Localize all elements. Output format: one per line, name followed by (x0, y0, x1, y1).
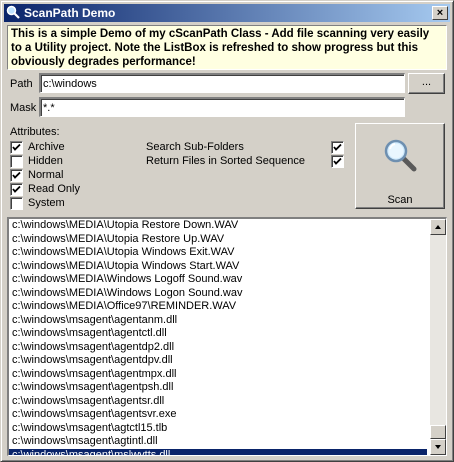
attributes-label: Attributes: (10, 126, 60, 138)
normal-label: Normal (28, 169, 64, 181)
archive-label: Archive (28, 141, 65, 153)
hidden-label: Hidden (28, 155, 63, 167)
description-notice: This is a simple Demo of my cScanPath Cl… (7, 25, 447, 70)
system-label: System (28, 197, 65, 209)
vertical-scrollbar[interactable] (430, 219, 446, 455)
scroll-down-button[interactable] (430, 439, 446, 455)
list-item[interactable]: c:\windows\msagent\agentdpv.dll (9, 354, 427, 368)
list-item[interactable]: c:\windows\msagent\mslwvtts.dll (9, 448, 427, 455)
results-listbox[interactable]: c:\windows\MEDIA\Utopia Restore Down.WAV… (7, 217, 447, 456)
read-only-checkbox[interactable] (10, 183, 23, 196)
system-checkbox[interactable] (10, 197, 23, 210)
list-item[interactable]: c:\windows\MEDIA\Utopia Restore Up.WAV (9, 233, 427, 247)
arrow-up-icon (435, 225, 441, 229)
title-bar[interactable]: ScanPath Demo × (4, 4, 450, 22)
path-input[interactable] (41, 75, 404, 92)
archive-checkbox[interactable] (10, 141, 23, 154)
search-subfolders-checkbox[interactable] (331, 141, 344, 154)
magnifier-icon (383, 138, 417, 172)
mask-input[interactable] (41, 99, 404, 116)
browse-button[interactable]: ... (408, 73, 445, 94)
app-window: ScanPath Demo × This is a simple Demo of… (0, 0, 454, 462)
list-item[interactable]: c:\windows\MEDIA\Utopia Windows Start.WA… (9, 260, 427, 274)
path-field[interactable] (39, 73, 405, 93)
list-item[interactable]: c:\windows\msagent\agentsvr.exe (9, 408, 427, 422)
search-subfolders-label: Search Sub-Folders (146, 141, 244, 153)
list-item[interactable]: c:\windows\msagent\agtintl.dll (9, 435, 427, 449)
close-button[interactable]: × (432, 6, 448, 20)
list-item[interactable]: c:\windows\MEDIA\Office97\REMINDER.WAV (9, 300, 427, 314)
arrow-down-icon (435, 445, 441, 449)
sorted-sequence-label: Return Files in Sorted Sequence (146, 155, 305, 167)
list-item[interactable]: c:\windows\msagent\agentsr.dll (9, 395, 427, 409)
list-item[interactable]: c:\windows\msagent\agentanm.dll (9, 314, 427, 328)
scroll-thumb[interactable] (430, 425, 446, 439)
sorted-sequence-checkbox[interactable] (331, 155, 344, 168)
scan-button[interactable]: Scan (355, 123, 445, 209)
list-item[interactable]: c:\windows\MEDIA\Windows Logon Sound.wav (9, 287, 427, 301)
list-item[interactable]: c:\windows\msagent\agentmpx.dll (9, 368, 427, 382)
results-list[interactable]: c:\windows\MEDIA\Utopia Restore Down.WAV… (9, 219, 427, 455)
list-item[interactable]: c:\windows\msagent\agentctl.dll (9, 327, 427, 341)
app-icon (6, 5, 20, 19)
mask-field[interactable] (39, 97, 405, 117)
normal-checkbox[interactable] (10, 169, 23, 182)
list-item[interactable]: c:\windows\msagent\agtctl15.tlb (9, 422, 427, 436)
scan-label: Scan (387, 194, 413, 206)
path-label: Path (10, 78, 33, 90)
hidden-checkbox[interactable] (10, 155, 23, 168)
list-item[interactable]: c:\windows\msagent\agentpsh.dll (9, 381, 427, 395)
mask-label: Mask (10, 102, 37, 114)
read-only-label: Read Only (28, 183, 80, 195)
scroll-up-button[interactable] (430, 219, 446, 235)
list-item[interactable]: c:\windows\msagent\agentdp2.dll (9, 341, 427, 355)
list-item[interactable]: c:\windows\MEDIA\Windows Logoff Sound.wa… (9, 273, 427, 287)
list-item[interactable]: c:\windows\MEDIA\Utopia Restore Down.WAV (9, 219, 427, 233)
list-item[interactable]: c:\windows\MEDIA\Utopia Windows Exit.WAV (9, 246, 427, 260)
window-title: ScanPath Demo (24, 6, 116, 20)
